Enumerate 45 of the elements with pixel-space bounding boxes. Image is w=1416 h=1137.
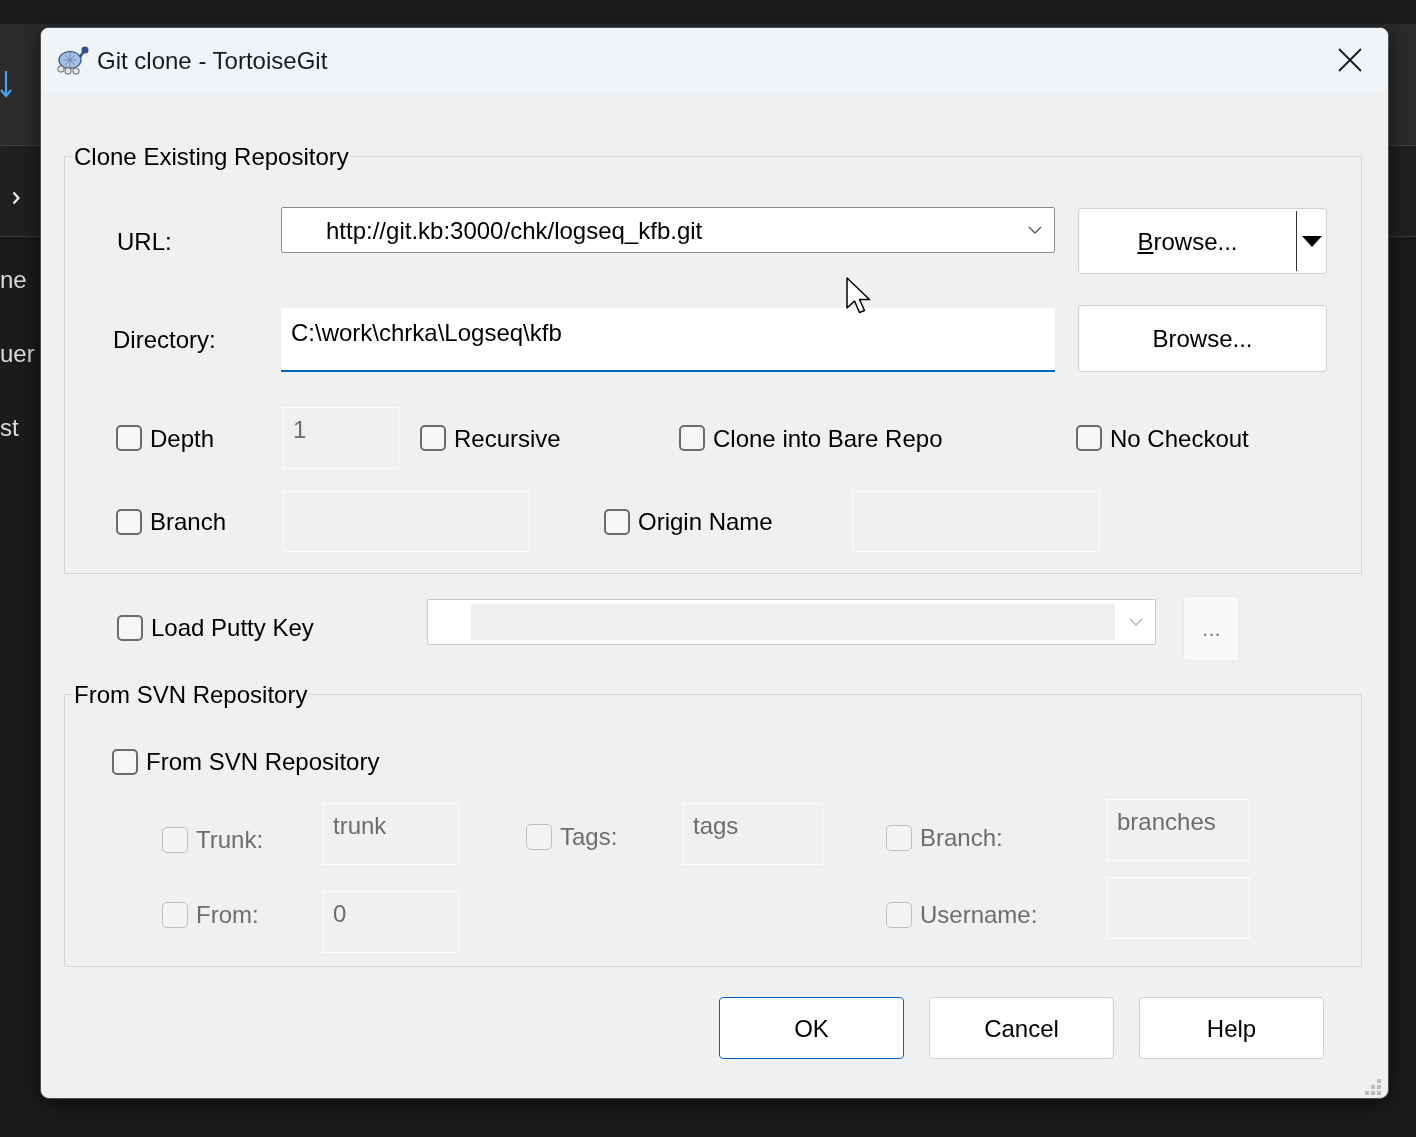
checkbox-label: Branch bbox=[150, 507, 227, 536]
dialog-button[interactable]: OK bbox=[719, 997, 904, 1059]
checkbox[interactable] bbox=[679, 425, 705, 451]
dropdown-arrow-icon bbox=[1301, 235, 1322, 247]
directory-field[interactable]: C:\work\chrka\Logseq\kfb bbox=[281, 308, 1055, 372]
checkbox-label: Load Putty Key bbox=[151, 613, 314, 642]
checkbox-label: Clone into Bare Repo bbox=[713, 423, 943, 453]
checkbox-label: From SVN Repository bbox=[146, 747, 380, 776]
close-icon bbox=[1338, 48, 1362, 72]
checkbox-label: Origin Name bbox=[638, 507, 773, 536]
sidebar-item[interactable]: ne bbox=[0, 265, 27, 294]
checkbox-label: Tags: bbox=[560, 822, 618, 851]
chevron-right-icon[interactable] bbox=[12, 191, 21, 205]
checkbox-label: Recursive bbox=[454, 423, 561, 453]
checkbox[interactable] bbox=[604, 508, 630, 535]
mouse-pointer-icon bbox=[846, 277, 871, 314]
dialog-button[interactable]: Cancel bbox=[929, 997, 1114, 1059]
group-title: From SVN Repository bbox=[73, 680, 309, 709]
browse-button[interactable]: Browse... bbox=[1078, 208, 1327, 274]
turtle-icon bbox=[55, 45, 91, 75]
url-combo-box[interactable]: http://git.kb:3000/chk/logseq_kfb.git bbox=[281, 207, 1055, 253]
dialog-button[interactable]: Help bbox=[1139, 997, 1324, 1059]
browse-button[interactable]: Browse... bbox=[1078, 305, 1327, 372]
checkbox[interactable] bbox=[116, 508, 142, 535]
chevron-down-icon bbox=[1028, 226, 1042, 234]
sidebar-item[interactable]: uer bbox=[0, 339, 35, 368]
down-arrow-icon[interactable] bbox=[0, 70, 14, 98]
directory-label: Directory: bbox=[113, 325, 217, 354]
checkbox-label: Depth bbox=[150, 423, 215, 453]
checkbox-label: From: bbox=[196, 900, 259, 929]
group-title: Clone Existing Repository bbox=[73, 142, 350, 171]
url-label: URL: bbox=[117, 227, 173, 256]
checkbox-label: Branch: bbox=[920, 823, 1003, 852]
checkbox[interactable] bbox=[420, 425, 446, 451]
sidebar-item[interactable]: st bbox=[0, 413, 19, 442]
resize-grip-icon[interactable] bbox=[1365, 1079, 1381, 1095]
chevron-down-icon bbox=[1129, 618, 1143, 626]
checkbox-label: Username: bbox=[920, 900, 1038, 929]
checkbox[interactable] bbox=[112, 748, 138, 775]
checkbox[interactable] bbox=[117, 614, 143, 641]
checkbox-label: Trunk: bbox=[196, 825, 264, 854]
window-title: Git clone - TortoiseGit bbox=[97, 45, 328, 75]
checkbox-label: No Checkout bbox=[1110, 423, 1249, 453]
checkbox[interactable] bbox=[1076, 425, 1102, 451]
checkbox[interactable] bbox=[116, 425, 142, 451]
